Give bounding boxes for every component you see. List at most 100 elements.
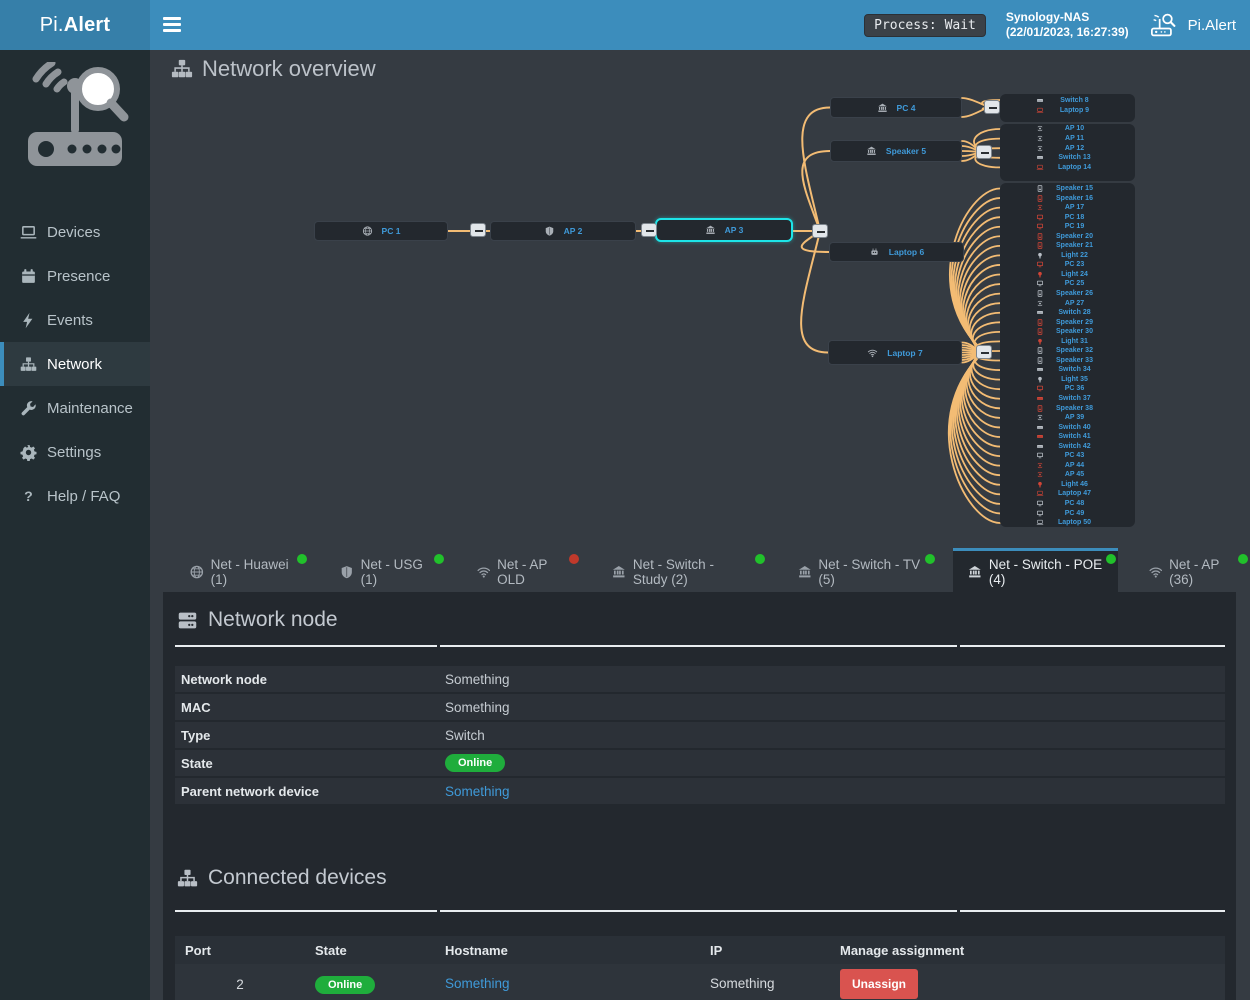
tab-net-ap-old[interactable]: Net - AP OLD <box>462 548 582 592</box>
bot-icon <box>869 247 880 257</box>
network-node-ap-2[interactable]: AP 2 <box>490 221 636 241</box>
device-name: Switch 34 <box>1050 366 1100 373</box>
device-entry-speaker-26[interactable]: Speaker 26 <box>1000 289 1135 299</box>
collapse-button[interactable] <box>976 345 992 359</box>
brand-logo[interactable]: Pi.Alert <box>0 0 150 50</box>
svg-text:?: ? <box>24 489 33 505</box>
device-entry-speaker-33[interactable]: Speaker 33 <box>1000 356 1135 366</box>
column-header-manage-assignment: Manage assignment <box>830 943 1225 958</box>
network-node-pc-1[interactable]: PC 1 <box>314 221 448 241</box>
sidebar-item-network[interactable]: Network <box>0 342 150 386</box>
tab-net-switch-study-2[interactable]: Net - Switch - Study (2) <box>597 548 766 592</box>
device-entry-light-22[interactable]: Light 22 <box>1000 251 1135 261</box>
bank-icon <box>798 565 812 579</box>
node-label: PC 4 <box>897 103 916 113</box>
device-name: Speaker 26 <box>1050 290 1100 297</box>
brand-pi: Pi. <box>40 14 64 37</box>
tab-net-switch-tv-5[interactable]: Net - Switch - TV (5) <box>783 548 937 592</box>
sidebar-item-settings[interactable]: Settings <box>0 430 150 474</box>
collapse-button[interactable] <box>984 100 1000 114</box>
device-entry-ap-27[interactable]: AP 27 <box>1000 298 1135 308</box>
device-entry-ap-10[interactable]: AP 10 <box>1000 124 1135 134</box>
device-entry-laptop-50[interactable]: Laptop 50 <box>1000 518 1135 528</box>
collapse-button[interactable] <box>812 224 828 238</box>
device-entry-switch-41[interactable]: Switch 41 <box>1000 432 1135 442</box>
sidebar-item-devices[interactable]: Devices <box>0 210 150 254</box>
device-name: Speaker 32 <box>1050 347 1100 354</box>
device-entry-light-35[interactable]: Light 35 <box>1000 375 1135 385</box>
header-app-link[interactable]: Pi.Alert <box>1149 12 1242 38</box>
device-entry-speaker-30[interactable]: Speaker 30 <box>1000 327 1135 337</box>
network-node-speaker-5[interactable]: Speaker 5 <box>830 140 962 162</box>
device-entry-switch-34[interactable]: Switch 34 <box>1000 365 1135 375</box>
device-entry-speaker-32[interactable]: Speaker 32 <box>1000 346 1135 356</box>
device-entry-ap-17[interactable]: AP 17 <box>1000 203 1135 213</box>
tab-net-switch-poe-4[interactable]: Net - Switch - POE (4) <box>953 548 1117 592</box>
device-entry-switch-42[interactable]: Switch 42 <box>1000 441 1135 451</box>
network-node-pc-4[interactable]: PC 4 <box>830 97 962 118</box>
sitemap-icon <box>176 868 199 889</box>
collapse-button[interactable] <box>641 223 657 237</box>
device-entry-switch-8[interactable]: Switch 8 <box>1000 95 1135 105</box>
device-entry-speaker-21[interactable]: Speaker 21 <box>1000 241 1135 251</box>
sidebar-item-maintenance[interactable]: Maintenance <box>0 386 150 430</box>
device-entry-switch-40[interactable]: Switch 40 <box>1000 422 1135 432</box>
collapse-button[interactable] <box>976 145 992 159</box>
device-entry-ap-45[interactable]: AP 45 <box>1000 470 1135 480</box>
device-entry-light-46[interactable]: Light 46 <box>1000 480 1135 490</box>
sidebar: DevicesPresence Events NetworkMaintenanceS… <box>0 50 150 1000</box>
device-entry-light-24[interactable]: Light 24 <box>1000 270 1135 280</box>
device-entry-ap-39[interactable]: AP 39 <box>1000 413 1135 423</box>
tab-net-ap-36[interactable]: Net - AP (36) <box>1134 548 1250 592</box>
device-entry-pc-23[interactable]: PC 23 <box>1000 260 1135 270</box>
device-entry-light-31[interactable]: Light 31 <box>1000 336 1135 346</box>
laptop-icon <box>1036 490 1044 497</box>
sidebar-item-events[interactable]: Events <box>0 298 150 342</box>
device-name: AP 44 <box>1050 462 1100 469</box>
network-node-laptop-7[interactable]: Laptop 7 <box>828 340 962 365</box>
tab-net-huawei-1[interactable]: Net - Huawei (1) <box>175 548 309 592</box>
device-entry-switch-37[interactable]: Switch 37 <box>1000 394 1135 404</box>
device-entry-pc-36[interactable]: PC 36 <box>1000 384 1135 394</box>
hostname-link[interactable]: Something <box>445 976 510 991</box>
wifi-icon <box>477 565 491 579</box>
collapse-button[interactable] <box>470 223 486 237</box>
network-topology-diagram[interactable]: PC 1 AP 2 AP 3 PC 4 Speaker 5 Laptop 6 Laptop … <box>150 50 1250 547</box>
device-entry-speaker-16[interactable]: Speaker 16 <box>1000 193 1135 203</box>
device-entry-pc-19[interactable]: PC 19 <box>1000 222 1135 232</box>
device-name: AP 39 <box>1050 414 1100 421</box>
device-entry-pc-49[interactable]: PC 49 <box>1000 508 1135 518</box>
device-entry-laptop-9[interactable]: Laptop 9 <box>1000 105 1135 115</box>
device-entry-speaker-15[interactable]: Speaker 15 <box>1000 184 1135 194</box>
device-name: AP 27 <box>1050 300 1100 307</box>
parent-device-link[interactable]: Something <box>437 784 510 799</box>
device-entry-pc-43[interactable]: PC 43 <box>1000 451 1135 461</box>
tab-net-usg-1[interactable]: Net - USG (1) <box>325 548 446 592</box>
device-entry-ap-12[interactable]: AP 12 <box>1000 143 1135 153</box>
sidebar-toggle-button[interactable] <box>163 17 181 32</box>
sidebar-item-help-faq[interactable]: ?Help / FAQ <box>0 474 150 518</box>
device-entry-speaker-38[interactable]: Speaker 38 <box>1000 403 1135 413</box>
device-entry-pc-18[interactable]: PC 18 <box>1000 212 1135 222</box>
node-detail-value: Something <box>437 672 510 687</box>
device-entry-pc-25[interactable]: PC 25 <box>1000 279 1135 289</box>
network-node-laptop-6[interactable]: Laptop 6 <box>829 242 964 262</box>
device-entry-speaker-20[interactable]: Speaker 20 <box>1000 231 1135 241</box>
device-entry-pc-48[interactable]: PC 48 <box>1000 499 1135 509</box>
pialert-router-icon <box>1149 12 1179 38</box>
device-name: Light 31 <box>1050 338 1100 345</box>
header-app-name: Pi.Alert <box>1188 17 1236 34</box>
network-node-ap-3[interactable]: AP 3 <box>655 218 793 242</box>
status-dot-green <box>297 554 307 564</box>
sidebar-item-presence[interactable]: Presence <box>0 254 150 298</box>
device-entry-switch-13[interactable]: Switch 13 <box>1000 153 1135 163</box>
device-entry-switch-28[interactable]: Switch 28 <box>1000 308 1135 318</box>
device-entry-laptop-47[interactable]: Laptop 47 <box>1000 489 1135 499</box>
tab-label: Net - Switch - POE (4) <box>989 557 1103 587</box>
unassign-button[interactable]: Unassign <box>840 969 918 999</box>
sidebar-item-label: Events <box>47 312 93 329</box>
device-entry-laptop-14[interactable]: Laptop 14 <box>1000 163 1135 173</box>
device-entry-speaker-29[interactable]: Speaker 29 <box>1000 317 1135 327</box>
device-entry-ap-44[interactable]: AP 44 <box>1000 461 1135 471</box>
device-entry-ap-11[interactable]: AP 11 <box>1000 134 1135 144</box>
